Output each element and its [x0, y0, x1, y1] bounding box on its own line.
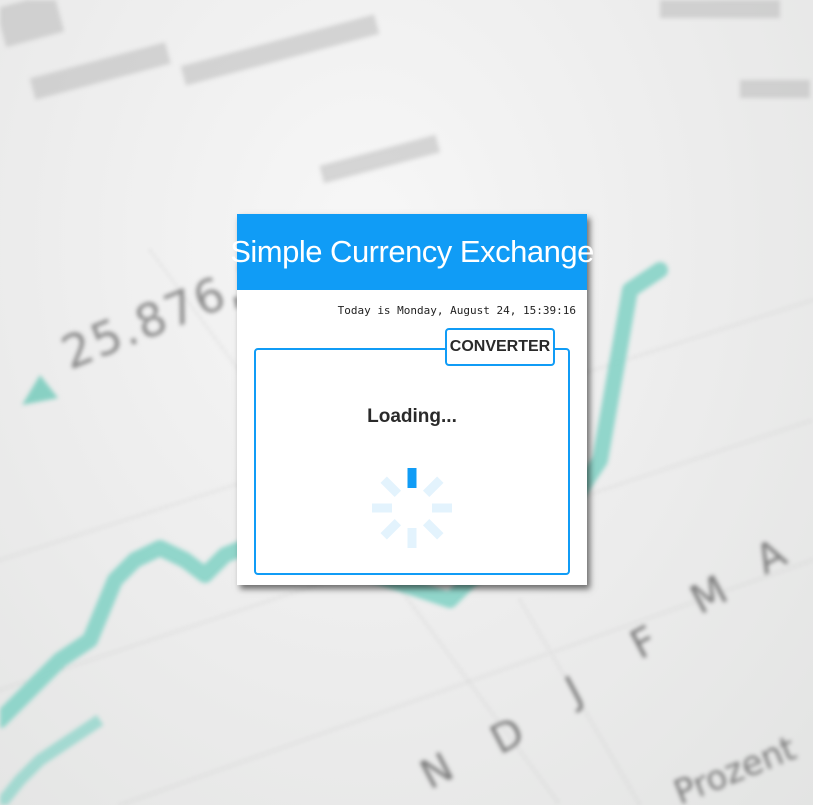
app-header: Simple Currency Exchange	[230, 214, 594, 290]
spinner-bar	[432, 503, 452, 513]
spinner-bar	[372, 503, 392, 513]
background-month-label: M	[683, 567, 735, 624]
up-triangle-icon	[22, 375, 58, 405]
spinner-bar	[422, 518, 444, 540]
spinner-bar	[380, 518, 402, 540]
background-month-label: J	[555, 668, 590, 716]
spinner-bar	[407, 528, 417, 548]
spinner-bar	[407, 468, 417, 488]
background-month-label: D	[483, 709, 532, 764]
spinner-bar	[422, 476, 444, 498]
date-time-display: Today is Monday, August 24, 15:39:16	[338, 304, 576, 317]
background-month-label: N	[413, 744, 461, 799]
app-title: Simple Currency Exchange	[230, 234, 594, 269]
background-month-label: A	[748, 530, 794, 584]
currency-exchange-card: Simple Currency Exchange Today is Monday…	[230, 214, 594, 585]
background-caption: Prozent	[668, 728, 801, 805]
background-month-label: F	[623, 617, 665, 668]
loading-spinner-icon	[372, 468, 452, 548]
converter-tab[interactable]: CONVERTER	[445, 328, 555, 366]
date-time-text: Today is Monday, August 24, 15:39:16	[337, 304, 576, 317]
loading-message: Loading...	[367, 406, 457, 427]
spinner-bar	[380, 476, 402, 498]
converter-panel: CONVERTER Loading...	[254, 328, 570, 575]
